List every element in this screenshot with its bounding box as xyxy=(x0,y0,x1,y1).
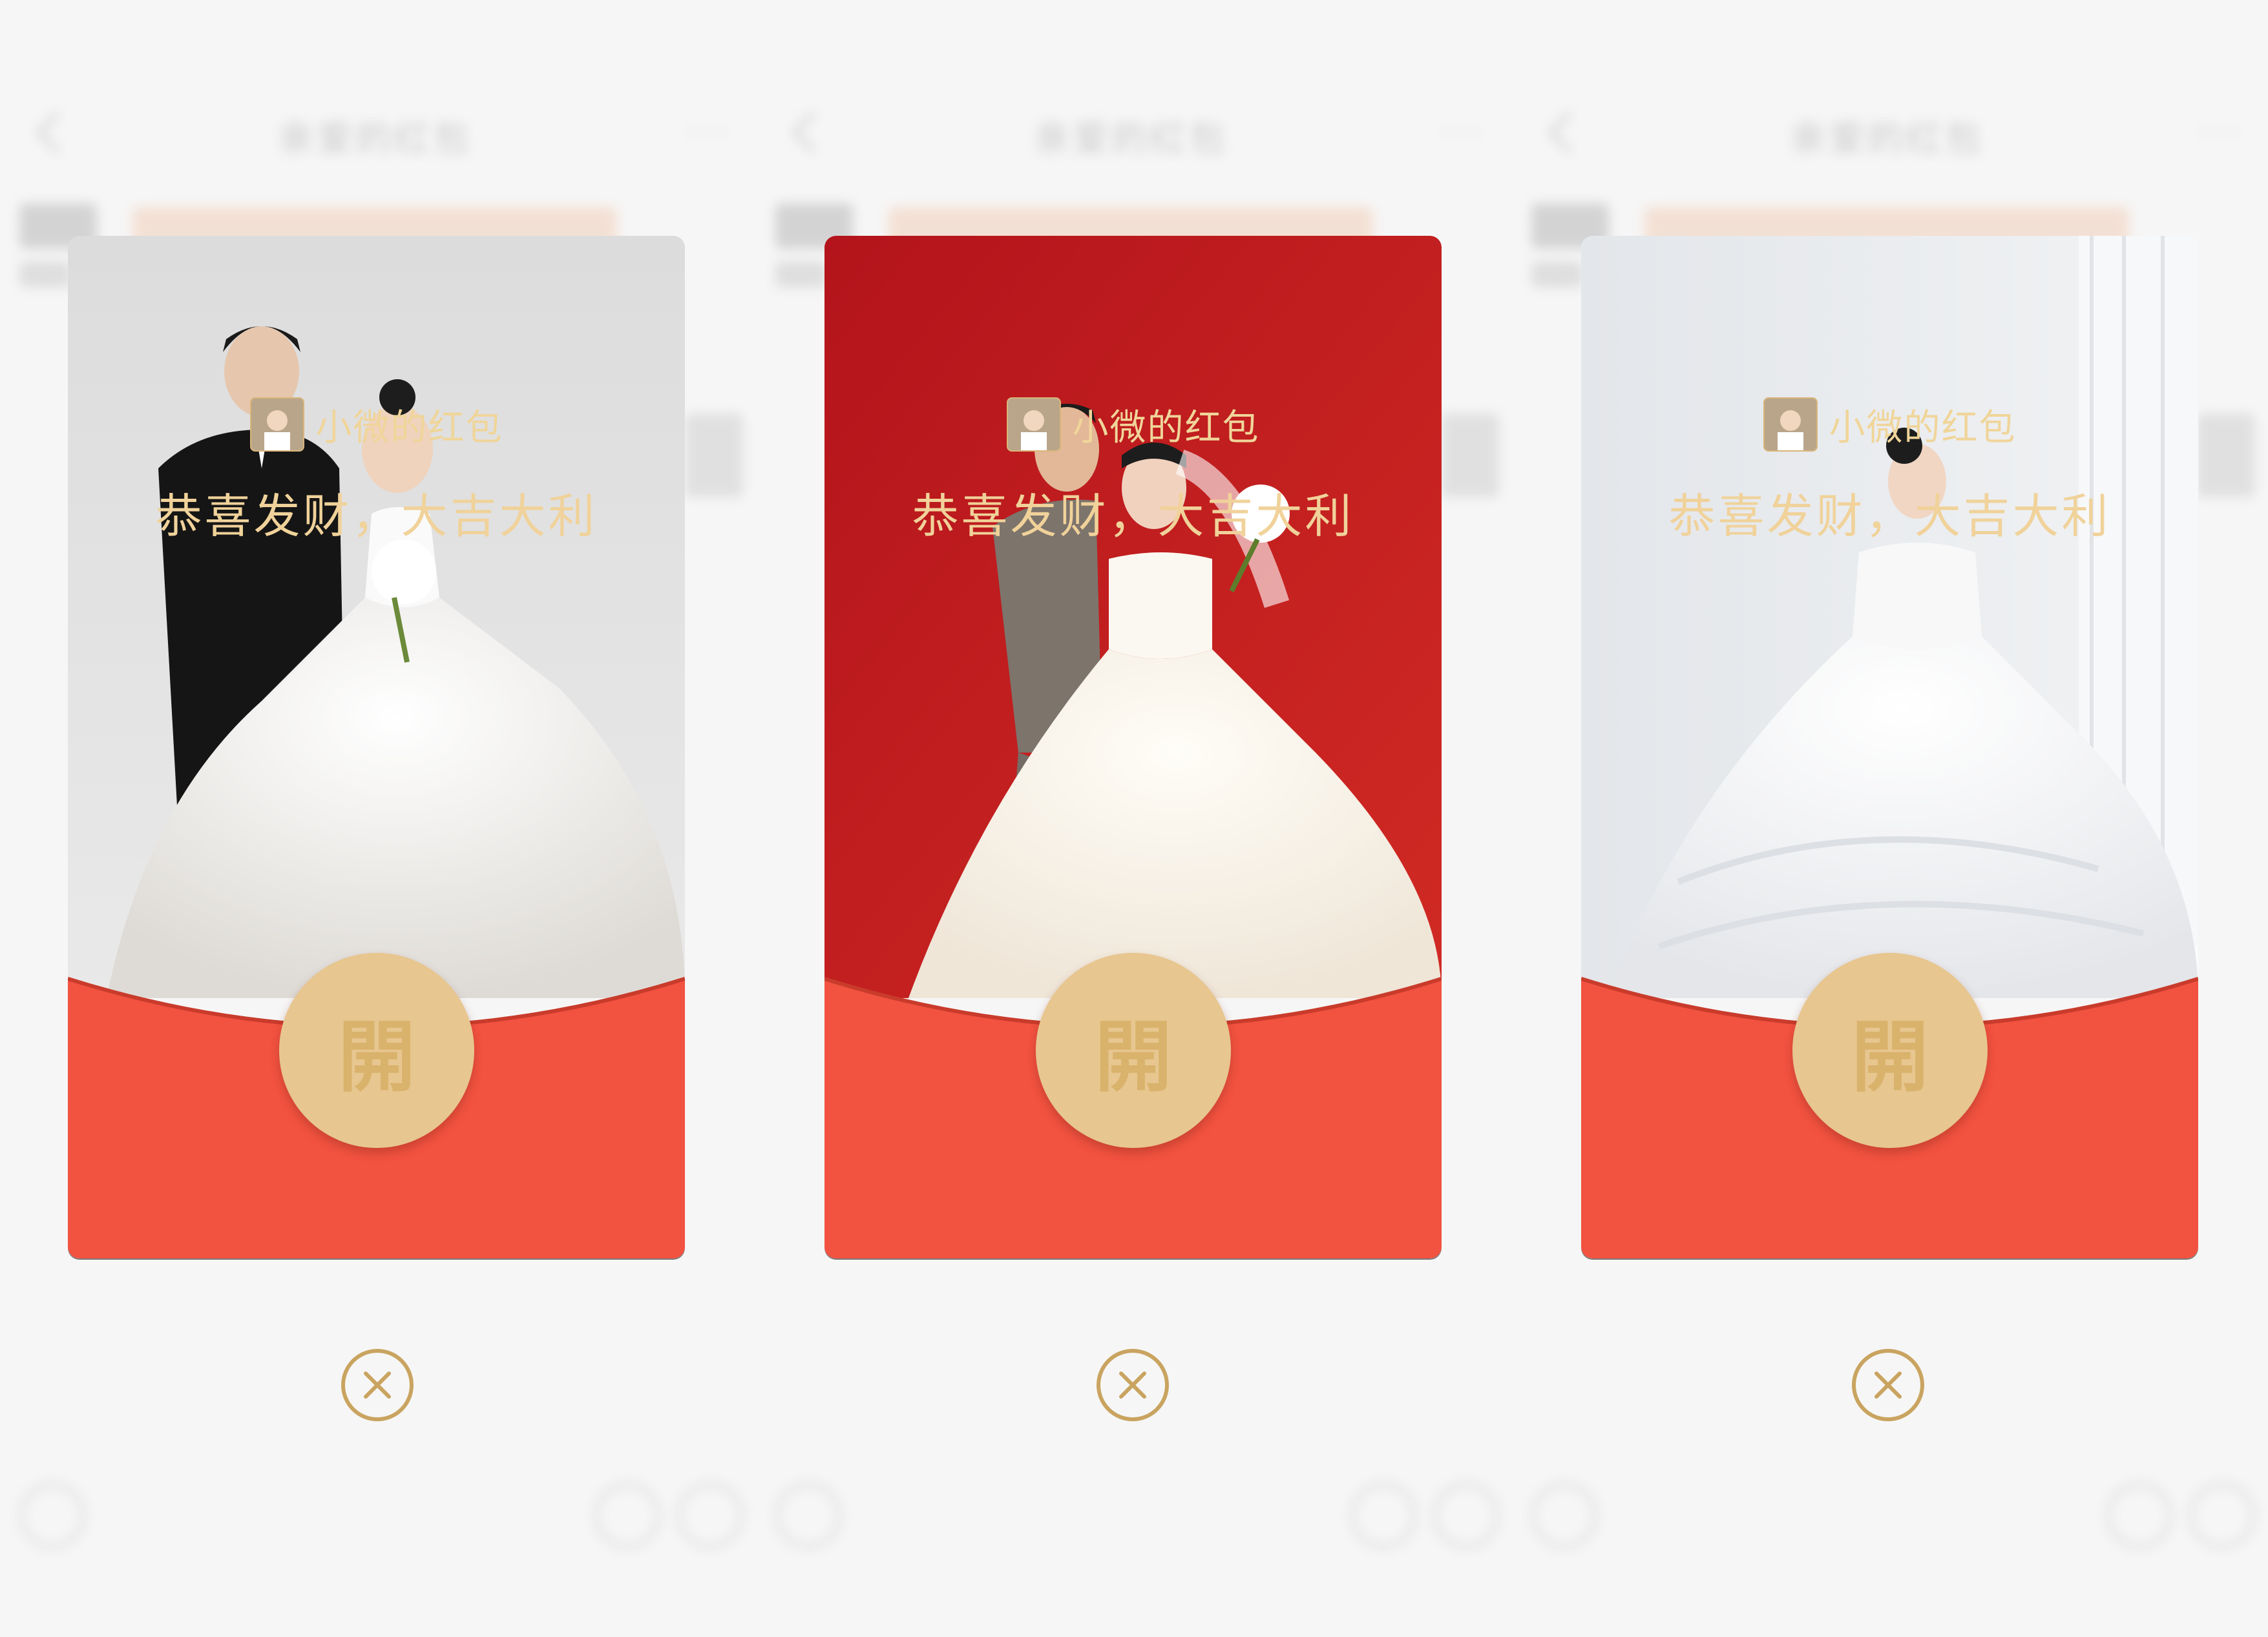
sender-name: 小微的红包 xyxy=(1829,406,2017,449)
emoji-icon xyxy=(2106,1483,2172,1548)
avatar xyxy=(1006,397,1061,452)
more-icon: ··· xyxy=(1441,112,1487,154)
open-label: 開 xyxy=(1095,1012,1172,1103)
voice-icon xyxy=(1531,1483,1597,1548)
side-thumb xyxy=(2197,413,2255,497)
chat-title: 亲爱的红包 xyxy=(1790,118,1984,160)
open-button[interactable]: 開 xyxy=(279,953,474,1148)
close-icon[interactable] xyxy=(341,1349,414,1421)
avatar xyxy=(1763,397,1818,452)
open-label: 開 xyxy=(1851,1012,1929,1103)
back-arrow-icon xyxy=(782,107,827,158)
sender-name: 小微的红包 xyxy=(1072,406,1260,449)
red-envelope-card: 小微的红包 恭喜发财，大吉大利 開 xyxy=(68,236,685,1258)
close-icon[interactable] xyxy=(1097,1349,1169,1421)
plus-icon xyxy=(1433,1483,1499,1548)
wedding-photo xyxy=(824,236,1442,998)
more-icon: ··· xyxy=(2197,112,2243,154)
plus-icon xyxy=(2189,1483,2255,1548)
greeting-text: 恭喜发财，大吉大利 xyxy=(155,489,598,543)
voice-icon xyxy=(775,1483,841,1548)
close-icon[interactable] xyxy=(1852,1349,1924,1421)
chat-title: 亲爱的红包 xyxy=(1034,118,1228,160)
back-arrow-icon xyxy=(1538,107,1583,158)
sender-row: 小微的红包 xyxy=(1581,397,2198,452)
open-button[interactable]: 開 xyxy=(1792,953,1988,1148)
emoji-icon xyxy=(594,1483,660,1548)
wedding-photo xyxy=(68,236,685,998)
greeting-text: 恭喜发财，大吉大利 xyxy=(912,489,1354,543)
wedding-photo xyxy=(1581,236,2198,998)
sender-name: 小微的红包 xyxy=(315,406,503,449)
red-envelope-card: 小微的红包 恭喜发财，大吉大利 開 xyxy=(824,236,1442,1258)
plus-icon xyxy=(677,1483,743,1548)
voice-icon xyxy=(19,1483,85,1548)
open-label: 開 xyxy=(338,1012,415,1103)
sender-row: 小微的红包 xyxy=(68,397,685,452)
emoji-icon xyxy=(1350,1483,1416,1548)
side-thumb xyxy=(1441,413,1499,497)
more-icon: ··· xyxy=(685,112,731,154)
side-thumb xyxy=(685,413,743,497)
greeting-text: 恭喜发财，大吉大利 xyxy=(1668,489,2111,543)
red-envelope-card: 小微的红包 恭喜发财，大吉大利 開 xyxy=(1581,236,2198,1258)
avatar xyxy=(249,397,304,452)
back-arrow-icon xyxy=(26,107,71,158)
open-button[interactable]: 開 xyxy=(1036,953,1231,1148)
chat-title: 亲爱的红包 xyxy=(278,118,472,160)
sender-row: 小微的红包 xyxy=(824,397,1442,452)
